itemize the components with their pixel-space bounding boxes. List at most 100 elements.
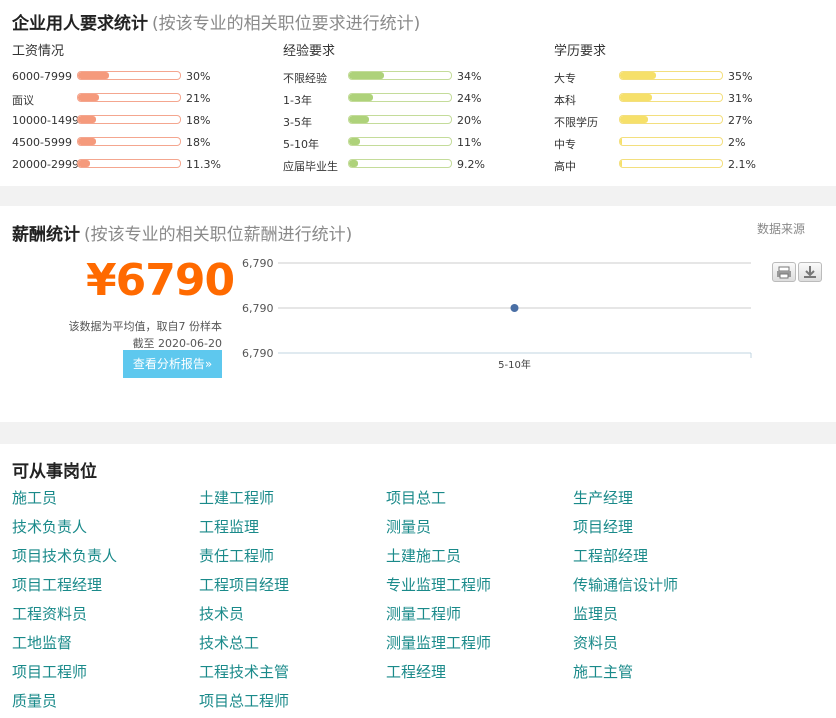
experience-requirements-column: 经验要求 不限经验 34% 1-3年 24% 3-5年 20% 5-10年 11% 应届毕业生 9… (283, 42, 543, 176)
experience-bar (348, 93, 452, 102)
position-link[interactable]: 工地监督 (12, 632, 72, 653)
position-link[interactable]: 技术总工 (199, 632, 259, 653)
education-bar-fill (620, 94, 652, 101)
view-report-button[interactable]: 查看分析报告» (123, 350, 222, 378)
salary-chart: 6,790 6,790 6,790 5-10年 (242, 257, 752, 371)
position-link[interactable]: 项目技术负责人 (12, 545, 117, 566)
position-link[interactable]: 资料员 (573, 632, 618, 653)
position-link[interactable]: 生产经理 (573, 487, 633, 508)
requirements-section: 企业用人要求统计 (按该专业的相关职位要求进行统计) 工资情况 6000-7999… (0, 0, 836, 186)
position-link[interactable]: 责任工程师 (199, 545, 274, 566)
position-link[interactable]: 土建工程师 (199, 487, 274, 508)
education-row: 中专 2% (554, 132, 814, 154)
salary-label: 20000-29999 (12, 158, 78, 171)
salary-row: 面议 21% (12, 88, 272, 110)
requirements-title: 企业用人要求统计 (按该专业的相关职位要求进行统计) (12, 9, 420, 34)
education-percent: 2% (728, 136, 746, 149)
position-link[interactable]: 施工主管 (573, 661, 633, 682)
requirements-title-text: 企业用人要求统计 (12, 14, 148, 34)
education-bar (619, 159, 723, 168)
salary-bar-fill (78, 72, 109, 79)
education-requirements-column: 学历要求 大专 35% 本科 31% 不限学历 27% 中专 2% 高中 2.1% (554, 42, 814, 176)
experience-percent: 9.2% (457, 158, 485, 171)
experience-label: 应届毕业生 (283, 160, 338, 173)
average-salary: ¥6790 (86, 255, 235, 306)
position-link[interactable]: 测量监理工程师 (386, 632, 491, 653)
education-bar-fill (620, 116, 648, 123)
salary-bar-fill (78, 138, 97, 145)
salary-percent: 18% (186, 114, 211, 127)
salary-row: 4500-5999 18% (12, 132, 272, 154)
y-tick-label: 6,790 (242, 347, 274, 360)
experience-bar (348, 71, 452, 80)
experience-percent: 24% (457, 92, 482, 105)
education-label: 高中 (554, 160, 576, 173)
position-link[interactable]: 工程技术主管 (199, 661, 289, 682)
education-label: 本科 (554, 94, 576, 107)
position-link[interactable]: 工程经理 (386, 661, 446, 682)
salary-bar (77, 71, 181, 80)
experience-label: 不限经验 (283, 72, 327, 85)
salary-bar-fill (78, 94, 100, 101)
education-bar-fill (620, 72, 656, 79)
position-link[interactable]: 工程监理 (199, 516, 259, 537)
position-link[interactable]: 监理员 (573, 603, 618, 624)
y-tick-label: 6,790 (242, 257, 274, 270)
position-link[interactable]: 传输通信设计师 (573, 574, 678, 595)
salary-bar (77, 159, 181, 168)
salary-requirements-column: 工资情况 6000-799930%面议21%10000-1499918%4500… (12, 42, 272, 176)
data-source-link[interactable]: 数据来源 (757, 220, 805, 237)
education-row: 大专 35% (554, 66, 814, 88)
salary-label: 10000-14999 (12, 114, 78, 127)
position-link[interactable]: 项目工程经理 (12, 574, 102, 595)
print-button[interactable] (772, 262, 796, 282)
position-link[interactable]: 项目经理 (573, 516, 633, 537)
education-bar-fill (620, 138, 623, 145)
position-link[interactable]: 工程资料员 (12, 603, 87, 624)
position-link[interactable]: 专业监理工程师 (386, 574, 491, 595)
salary-stats-subtitle: (按该专业的相关职位薪酬进行统计) (84, 225, 353, 245)
education-percent: 27% (728, 114, 753, 127)
position-link[interactable]: 技术负责人 (12, 516, 87, 537)
experience-bar (348, 159, 452, 168)
experience-row: 3-5年 20% (283, 110, 543, 132)
positions-title: 可从事岗位 (12, 462, 97, 482)
position-link[interactable]: 工程项目经理 (199, 574, 289, 595)
salary-bar-fill (78, 160, 90, 167)
position-link[interactable]: 施工员 (12, 487, 57, 508)
salary-percent: 18% (186, 136, 211, 149)
experience-row: 5-10年 11% (283, 132, 543, 154)
salary-bar-fill (78, 116, 97, 123)
sample-note: 该数据为平均值，取自7 份样本 (68, 320, 223, 333)
salary-stats-title: 薪酬统计 (按该专业的相关职位薪酬进行统计) (12, 220, 352, 245)
position-link[interactable]: 技术员 (199, 603, 244, 624)
education-row: 本科 31% (554, 88, 814, 110)
salary-requirements-heading: 工资情况 (12, 44, 65, 59)
position-link[interactable]: 项目工程师 (12, 661, 87, 682)
experience-bar-fill (349, 138, 361, 145)
salary-bar (77, 93, 181, 102)
experience-bar-fill (349, 116, 370, 123)
education-bar (619, 137, 723, 146)
download-button[interactable] (798, 262, 822, 282)
salary-bar (77, 115, 181, 124)
education-row: 不限学历 27% (554, 110, 814, 132)
data-point (510, 304, 519, 312)
position-link[interactable]: 质量员 (12, 690, 57, 711)
position-link[interactable]: 项目总工 (386, 487, 446, 508)
experience-bar (348, 137, 452, 146)
position-link[interactable]: 测量员 (386, 516, 431, 537)
experience-percent: 34% (457, 70, 482, 83)
salary-bar (77, 137, 181, 146)
education-label: 中专 (554, 138, 576, 151)
position-link[interactable]: 测量工程师 (386, 603, 461, 624)
salary-row: 20000-29999 11.3% (12, 154, 272, 176)
education-label: 不限学历 (554, 116, 598, 129)
education-label: 大专 (554, 72, 576, 85)
position-link[interactable]: 土建施工员 (386, 545, 461, 566)
education-bar (619, 93, 723, 102)
experience-label: 3-5年 (283, 116, 312, 129)
experience-label: 1-3年 (283, 94, 312, 107)
position-link[interactable]: 项目总工程师 (199, 690, 289, 711)
position-link[interactable]: 工程部经理 (573, 545, 648, 566)
